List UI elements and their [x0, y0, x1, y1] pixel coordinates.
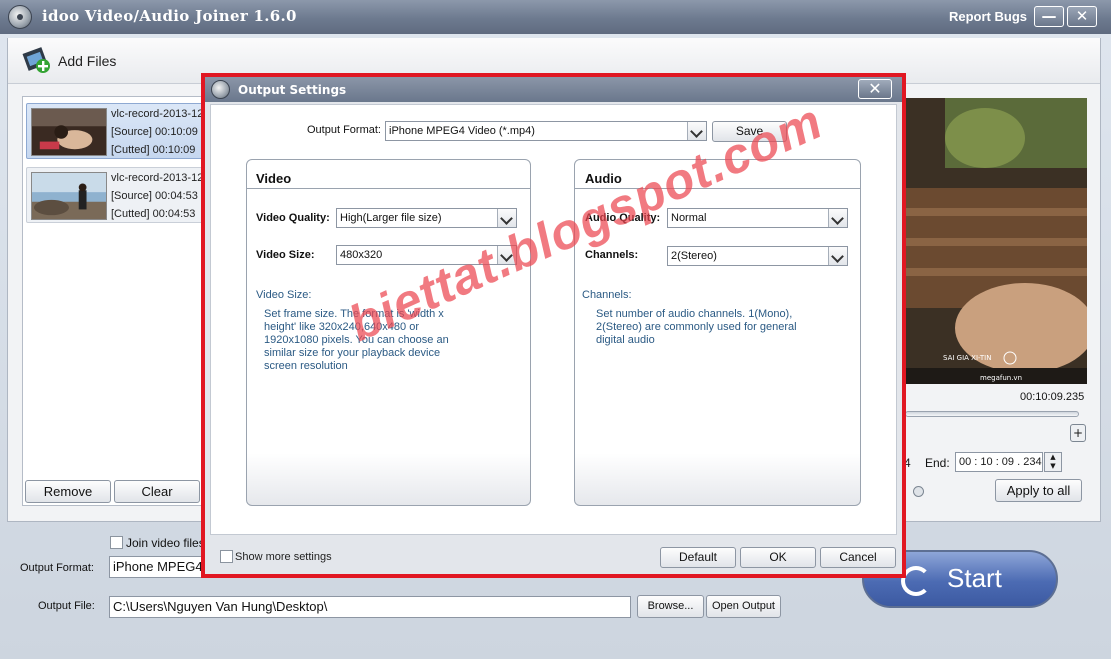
output-file-input[interactable]: C:\Users\Nguyen Van Hung\Desktop\ [109, 596, 631, 618]
file-source-duration: [Source] 00:04:53 [111, 190, 198, 202]
start-label: Start [947, 563, 1002, 593]
clear-button[interactable]: Clear [114, 480, 200, 503]
end-time-spinner[interactable]: ▲ ▼ [1044, 452, 1062, 472]
add-files-icon[interactable] [22, 45, 52, 75]
file-cutted-duration: [Cutted] 00:10:09 [111, 144, 196, 156]
preview-time: 00:10:09.235 [1020, 391, 1085, 403]
output-format-select[interactable]: iPhone MPEG4 [109, 556, 205, 578]
seek-bar[interactable] [905, 411, 1079, 417]
file-name: vlc-record-2013-12 [111, 172, 204, 184]
overlay-site: megafun.vn [980, 374, 1022, 382]
list-item[interactable]: vlc-record-2013-12 [Source] 00:10:09 [Cu… [26, 103, 210, 159]
remove-button[interactable]: Remove [25, 480, 111, 503]
file-name: vlc-record-2013-12 [111, 108, 204, 120]
file-list[interactable]: vlc-record-2013-12 [Source] 00:10:09 [Cu… [22, 96, 212, 506]
output-format-label: Output Format: [20, 562, 94, 574]
app-title: idoo Video/Audio Joiner 1.6.0 [42, 7, 297, 25]
zoom-icon[interactable]: + [1070, 424, 1086, 442]
report-bugs-link[interactable]: Report Bugs [949, 9, 1027, 24]
end-time-input[interactable]: 00 : 10 : 09 . 234 [955, 452, 1043, 472]
open-output-button[interactable]: Open Output [706, 595, 781, 618]
add-files-button[interactable]: Add Files [58, 53, 116, 69]
join-checkbox[interactable] [110, 536, 123, 549]
close-button[interactable]: ✕ [1067, 6, 1097, 27]
end-label: End: [925, 456, 950, 470]
browse-button[interactable]: Browse... [637, 595, 704, 618]
overlay-caption: SAI GIA XI-TIN [943, 354, 991, 362]
minimize-button[interactable]: — [1034, 6, 1064, 27]
volume-slider-knob[interactable] [913, 486, 924, 497]
file-source-duration: [Source] 00:10:09 [111, 126, 198, 138]
video-thumbnail [31, 172, 107, 220]
film-reel-icon [8, 5, 32, 29]
video-preview: SAI GIA XI-TIN megafun.vn [905, 98, 1087, 384]
file-cutted-duration: [Cutted] 00:04:53 [111, 208, 196, 220]
video-thumbnail [31, 108, 107, 156]
output-file-label: Output File: [38, 600, 95, 612]
apply-to-all-button[interactable]: Apply to all [995, 479, 1082, 502]
list-item[interactable]: vlc-record-2013-12 [Source] 00:04:53 [Cu… [26, 167, 210, 223]
